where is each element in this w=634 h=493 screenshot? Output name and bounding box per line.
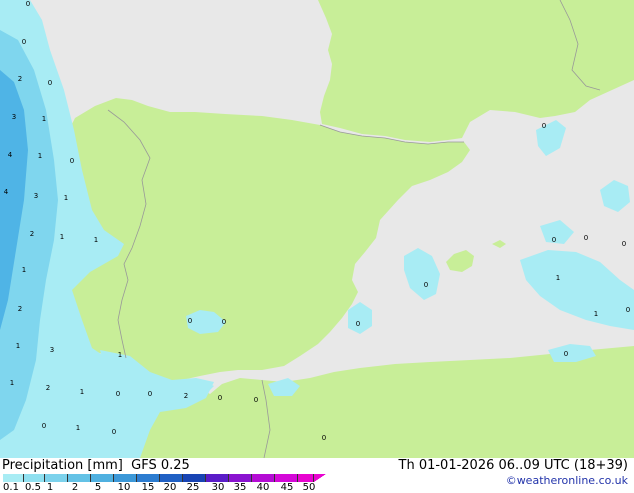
precip-value-v33: 0 [222, 318, 226, 326]
map-footer: Precipitation [mm] GFS 0.25 Th 01-01-202… [0, 458, 634, 493]
precip-value-v28: 0 [254, 396, 258, 404]
precip-value-v27: 0 [218, 394, 222, 402]
precip-value-v29: 0 [42, 422, 46, 430]
legend-tick-label: 40 [256, 482, 270, 493]
precip-value-v12: 1 [64, 194, 68, 202]
legend-swatch-3 [68, 474, 91, 482]
precip-value-v34: 0 [356, 320, 360, 328]
precip-value-v11: 3 [34, 192, 38, 200]
precip-value-v5: 3 [12, 113, 16, 121]
precip-value-v20: 1 [118, 351, 122, 359]
precip-value-v18: 1 [16, 342, 20, 350]
precip-value-v22: 2 [46, 384, 50, 392]
precip-value-v40: 1 [556, 274, 560, 282]
legend-tick-label: 25 [186, 482, 200, 493]
map-title: Precipitation [mm] GFS 0.25 [2, 458, 190, 473]
precip-value-v3: 2 [18, 75, 22, 83]
legend-tick-label: 2 [71, 482, 79, 493]
precip-value-v42: 0 [626, 306, 630, 314]
precip-value-v41: 1 [594, 310, 598, 318]
precip-value-v44: 0 [322, 434, 326, 442]
legend-swatch-12 [275, 474, 298, 482]
precip-value-v37: 0 [552, 236, 556, 244]
legend-swatch-7 [160, 474, 183, 482]
precip-value-v21: 1 [10, 379, 14, 387]
legend-tick-label: 15 [141, 482, 155, 493]
precip-value-v10: 4 [4, 188, 9, 196]
precip-value-v6: 1 [42, 115, 46, 123]
precip-value-v24: 0 [116, 390, 120, 398]
precip-value-v30: 1 [76, 424, 80, 432]
legend-tick-label: 0.1 [3, 482, 19, 493]
precip-value-v7: 4 [8, 151, 13, 159]
legend-swatch-5 [114, 474, 137, 482]
precip-value-v13: 2 [30, 230, 34, 238]
legend-tick-labels: 0.1 0.5 1 2 5 10 15 20 25 30 35 40 45 50 [0, 482, 330, 493]
precip-value-v2: 0 [22, 38, 26, 46]
precip-value-v25: 0 [148, 390, 152, 398]
precip-value-v16: 1 [22, 266, 26, 274]
precip-value-v38: 0 [584, 234, 588, 242]
site-credit[interactable]: ©weatheronline.co.uk [506, 474, 628, 487]
legend-swatch-13 [298, 474, 314, 482]
precip-value-v19: 3 [50, 346, 54, 354]
legend-tick-label: 1 [46, 482, 54, 493]
precipitation-map-view: 0020314104312111213112100200010000000001… [0, 0, 634, 493]
precip-value-v36: 0 [542, 122, 546, 130]
precip-value-v32: 0 [188, 317, 192, 325]
legend-tick-label: 0.5 [25, 482, 41, 493]
legend-swatch-2 [45, 474, 68, 482]
legend-tick-label: 30 [211, 482, 225, 493]
legend-tick-label: 45 [280, 482, 294, 493]
precip-value-v17: 2 [18, 305, 22, 313]
legend-swatch-8 [183, 474, 206, 482]
precip-value-v4: 0 [48, 79, 52, 87]
precip-value-v31: 0 [112, 428, 116, 436]
legend-swatch-9 [206, 474, 229, 482]
forecast-datetime: Th 01-01-2026 06..09 UTC (18+39) [398, 458, 629, 473]
legend-arrow-tip [314, 474, 326, 482]
precip-value-v8: 1 [38, 152, 42, 160]
legend-tick-label: 35 [233, 482, 247, 493]
legend-swatch-6 [137, 474, 160, 482]
precip-value-v43: 0 [564, 350, 568, 358]
precip-color-legend [3, 474, 326, 482]
precip-value-v26: 2 [184, 392, 188, 400]
precip-value-v1: 0 [26, 0, 30, 8]
precip-value-v23: 1 [80, 388, 84, 396]
legend-tick-label: 20 [163, 482, 177, 493]
legend-tick-label: 5 [94, 482, 102, 493]
precip-value-v9: 0 [70, 157, 74, 165]
precip-value-v14: 1 [60, 233, 64, 241]
legend-swatch-10 [229, 474, 252, 482]
precip-value-v35: 0 [424, 281, 428, 289]
legend-swatch-0 [3, 474, 24, 482]
legend-swatch-4 [91, 474, 114, 482]
legend-swatch-11 [252, 474, 275, 482]
precip-value-v15: 1 [94, 236, 98, 244]
precip-value-v39: 0 [622, 240, 626, 248]
precipitation-map[interactable]: 0 0 2 0 3 1 4 1 0 4 3 1 2 1 1 1 2 1 3 1 1 2 1 0 0 2 0 0 0 1 0 0 0 0 0 0 0 0 0 1… [0, 0, 634, 458]
legend-swatch-1 [24, 474, 45, 482]
legend-tick-label: 10 [117, 482, 131, 493]
legend-tick-label: 50 [302, 482, 316, 493]
